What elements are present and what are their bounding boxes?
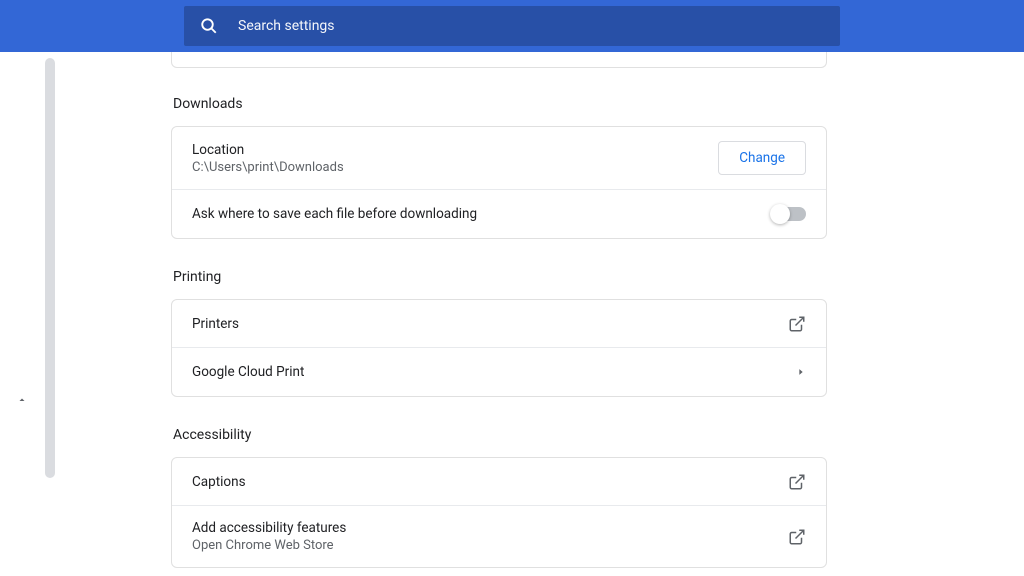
toggle-knob (770, 204, 790, 224)
printers-row[interactable]: Printers (172, 300, 826, 348)
downloads-card: Location C:\Users\print\Downloads Change… (171, 126, 827, 239)
captions-label: Captions (192, 474, 246, 490)
downloads-location-row: Location C:\Users\print\Downloads Change (172, 127, 826, 190)
row-text: Location C:\Users\print\Downloads (192, 142, 344, 175)
previous-section-card-bottom (171, 52, 827, 68)
main-content: Downloads Location C:\Users\print\Downlo… (171, 52, 827, 576)
section-title-downloads: Downloads (171, 96, 827, 112)
search-bar[interactable]: Search settings (184, 6, 840, 46)
section-title-accessibility: Accessibility (171, 427, 827, 443)
cloud-print-row[interactable]: Google Cloud Print (172, 348, 826, 396)
external-link-icon (788, 473, 806, 491)
ask-where-toggle[interactable] (772, 207, 806, 221)
accessibility-card: Captions Add accessibility features Open… (171, 457, 827, 568)
search-placeholder: Search settings (238, 18, 335, 34)
scrollbar[interactable] (45, 58, 55, 478)
downloads-location-path: C:\Users\print\Downloads (192, 160, 344, 175)
header: Search settings (0, 0, 1024, 52)
collapse-arrow-icon[interactable] (16, 394, 28, 406)
content-area: Downloads Location C:\Users\print\Downlo… (0, 52, 1024, 576)
ask-where-label: Ask where to save each file before downl… (192, 206, 477, 222)
downloads-location-label: Location (192, 142, 344, 158)
external-link-icon (788, 528, 806, 546)
sidebar-strip (0, 52, 45, 576)
printers-label: Printers (192, 316, 239, 332)
add-accessibility-label: Add accessibility features (192, 520, 346, 536)
add-accessibility-row[interactable]: Add accessibility features Open Chrome W… (172, 506, 826, 567)
section-title-printing: Printing (171, 269, 827, 285)
ask-where-row: Ask where to save each file before downl… (172, 190, 826, 238)
add-accessibility-subtitle: Open Chrome Web Store (192, 538, 346, 553)
search-icon (200, 17, 218, 35)
chevron-right-icon (796, 367, 806, 377)
change-button[interactable]: Change (718, 141, 806, 175)
row-text: Add accessibility features Open Chrome W… (192, 520, 346, 553)
captions-row[interactable]: Captions (172, 458, 826, 506)
external-link-icon (788, 315, 806, 333)
printing-card: Printers Google Cloud Print (171, 299, 827, 397)
cloud-print-label: Google Cloud Print (192, 364, 304, 380)
